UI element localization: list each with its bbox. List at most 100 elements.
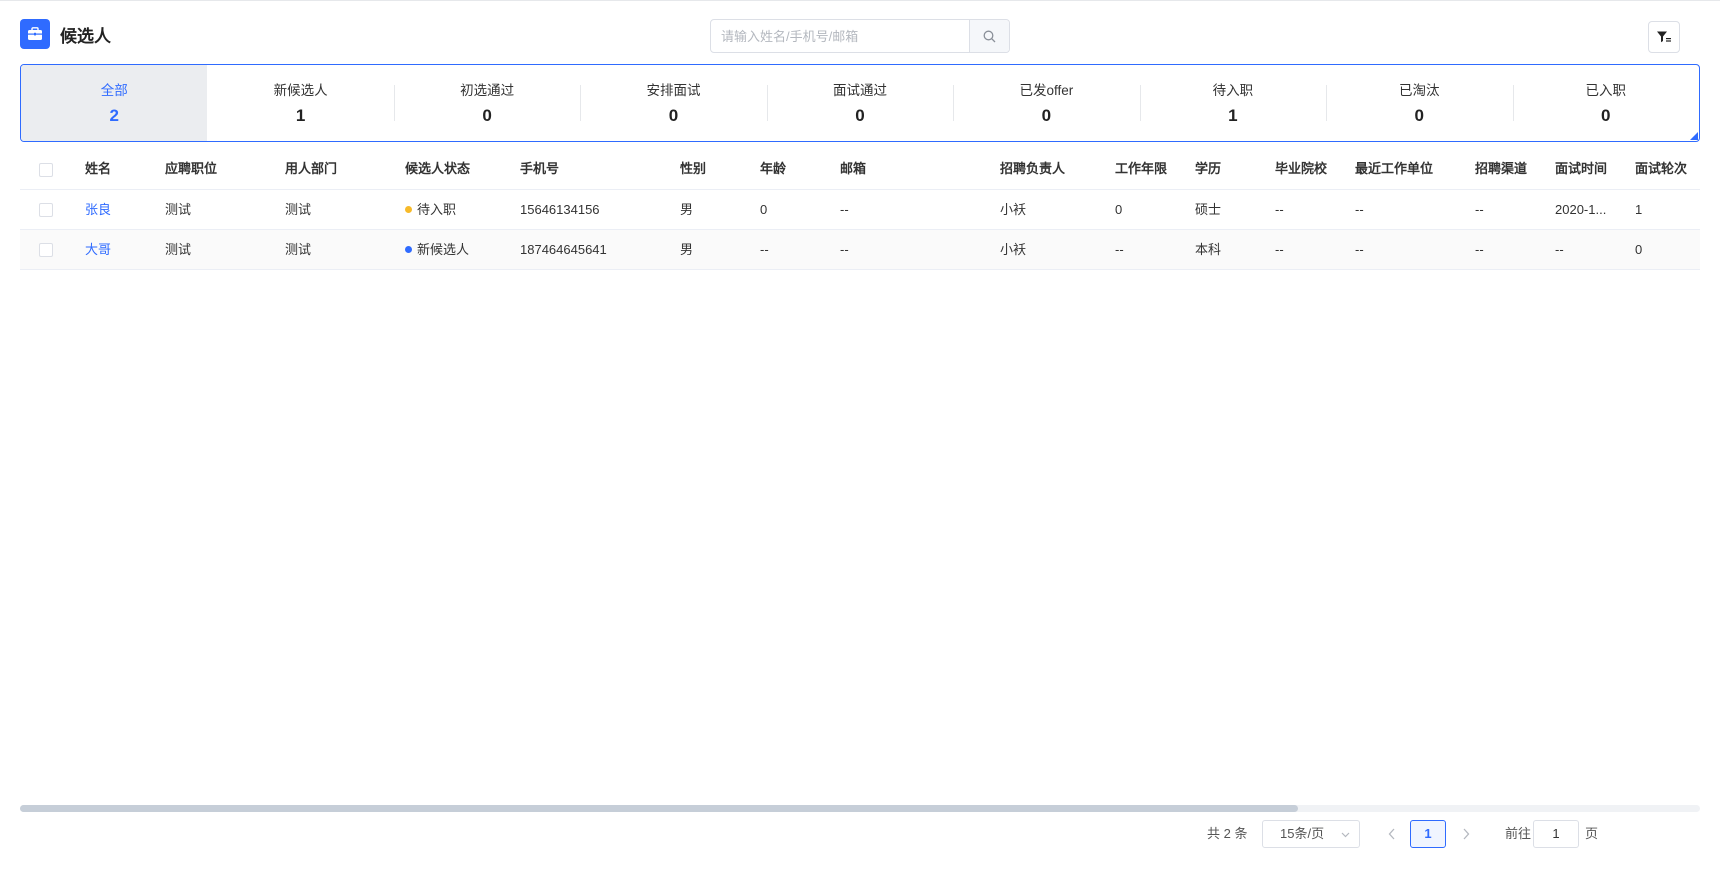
interview-time-cell: -- [1555, 242, 1564, 257]
candidate-name-link[interactable]: 张良 [85, 190, 111, 230]
status-dot-icon [405, 246, 412, 254]
phone-cell: 187464645641 [520, 242, 607, 257]
scrollbar-thumb[interactable] [20, 805, 1298, 812]
gender-cell: 男 [680, 202, 694, 217]
department-cell: 测试 [285, 242, 312, 257]
column-header[interactable]: 招聘负责人 [1000, 150, 1065, 190]
chevron-left-icon [1388, 828, 1395, 840]
interview-time-cell: 2020-1... [1555, 202, 1607, 217]
tab-interview-passed[interactable]: 面试通过 0 [766, 65, 953, 141]
tab-label: 安排面试 [646, 83, 701, 98]
status-dot-icon [405, 206, 412, 214]
tab-label: 新候选人 [273, 83, 328, 98]
column-header[interactable]: 邮箱 [840, 150, 866, 190]
column-header[interactable]: 应聘职位 [165, 150, 217, 190]
status-text: 新候选人 [417, 242, 470, 257]
tab-count: 0 [1600, 106, 1611, 125]
column-header[interactable]: 招聘渠道 [1475, 150, 1527, 190]
tab-screening-passed[interactable]: 初选通过 0 [393, 65, 580, 141]
column-header[interactable]: 最近工作单位 [1355, 150, 1433, 190]
tab-offer-sent[interactable]: 已发offer 0 [953, 65, 1139, 141]
search-box [710, 19, 1010, 53]
tab-label: 面试通过 [832, 83, 887, 98]
briefcase-icon [20, 19, 50, 49]
horizontal-scrollbar[interactable] [20, 805, 1700, 812]
column-header[interactable]: 用人部门 [285, 150, 337, 190]
tab-count: 0 [482, 106, 492, 125]
email-cell: -- [840, 202, 849, 217]
position-cell: 测试 [165, 202, 192, 217]
page-size-select[interactable]: 15条/页 [1262, 820, 1360, 848]
rounds-cell: 0 [1635, 242, 1643, 257]
status-tabs: 全部 2 新候选人 1 初选通过 0 安排面试 0 面试通过 0 已发offer… [20, 64, 1700, 142]
column-header[interactable]: 面试轮次 [1635, 150, 1687, 190]
tab-label: 已淘汰 [1399, 83, 1440, 98]
tab-label: 初选通过 [460, 83, 515, 98]
page-number-current[interactable]: 1 [1410, 820, 1446, 848]
table-row[interactable]: 张良 测试 测试 待入职 15646134156 男 0 -- 小袄 0 硕士 … [20, 190, 1700, 230]
status-cell: 待入职 [405, 190, 456, 230]
years-cell: -- [1115, 242, 1124, 257]
rounds-cell: 1 [1635, 202, 1643, 217]
resize-corner [1690, 132, 1698, 140]
candidate-name-link[interactable]: 大哥 [85, 230, 111, 270]
column-header[interactable]: 性别 [680, 150, 706, 190]
table-row[interactable]: 大哥 测试 测试 新候选人 187464645641 男 -- -- 小袄 --… [20, 230, 1700, 270]
school-cell: -- [1275, 242, 1284, 257]
goto-label: 前往 [1505, 826, 1532, 841]
table-header-row: 姓名 应聘职位 用人部门 候选人状态 手机号 性别 年龄 邮箱 招聘负责人 工作… [20, 150, 1700, 190]
tab-new-candidates[interactable]: 新候选人 1 [207, 65, 393, 141]
education-cell: 本科 [1195, 242, 1222, 257]
channel-cell: -- [1475, 242, 1484, 257]
tab-label: 已发offer [1019, 83, 1074, 98]
gender-cell: 男 [680, 242, 694, 257]
education-cell: 硕士 [1195, 202, 1222, 217]
prev-page-button[interactable] [1382, 820, 1402, 848]
column-header[interactable]: 年龄 [760, 150, 786, 190]
tab-pending-onboard[interactable]: 待入职 1 [1139, 65, 1326, 141]
goto-page-input[interactable]: 1 [1533, 820, 1579, 848]
tab-count: 0 [855, 106, 865, 125]
column-header[interactable]: 学历 [1195, 150, 1221, 190]
search-input[interactable] [711, 20, 969, 52]
tab-count: 1 [1228, 106, 1238, 125]
next-page-button[interactable] [1456, 820, 1476, 848]
tab-count: 0 [668, 106, 679, 125]
row-checkbox[interactable] [39, 203, 53, 217]
tab-count: 0 [1414, 106, 1425, 125]
column-header[interactable]: 毕业院校 [1275, 150, 1327, 190]
filter-button[interactable] [1648, 21, 1680, 53]
column-header[interactable]: 候选人状态 [405, 150, 470, 190]
page-header: 候选人 [0, 0, 1720, 64]
tab-eliminated[interactable]: 已淘汰 0 [1326, 65, 1512, 141]
total-count: 共 2 条 [1207, 826, 1248, 841]
chevron-right-icon [1463, 828, 1470, 840]
status-text: 待入职 [417, 202, 457, 217]
column-header[interactable]: 面试时间 [1555, 150, 1607, 190]
filter-icon [1657, 31, 1671, 43]
school-cell: -- [1275, 202, 1284, 217]
tab-interview-scheduled[interactable]: 安排面试 0 [580, 65, 766, 141]
position-cell: 测试 [165, 242, 192, 257]
tab-count: 0 [1041, 106, 1052, 125]
column-header[interactable]: 姓名 [85, 150, 111, 190]
recruiter-cell: 小袄 [1000, 202, 1027, 217]
chevron-down-icon [1341, 832, 1350, 838]
last-company-cell: -- [1355, 202, 1364, 217]
age-cell: -- [760, 242, 769, 257]
select-all-checkbox[interactable] [39, 163, 53, 177]
row-checkbox[interactable] [39, 243, 53, 257]
page-size-value: 15条/页 [1280, 826, 1325, 841]
tab-onboarded[interactable]: 已入职 0 [1512, 65, 1699, 141]
status-cell: 新候选人 [405, 230, 469, 270]
search-button[interactable] [969, 20, 1009, 52]
tab-label: 待入职 [1212, 83, 1254, 98]
phone-cell: 15646134156 [520, 202, 600, 217]
last-company-cell: -- [1355, 242, 1364, 257]
column-header[interactable]: 工作年限 [1115, 150, 1167, 190]
tab-all[interactable]: 全部 2 [21, 65, 208, 141]
tab-count: 1 [295, 106, 306, 125]
channel-cell: -- [1475, 202, 1484, 217]
candidate-table: 姓名 应聘职位 用人部门 候选人状态 手机号 性别 年龄 邮箱 招聘负责人 工作… [20, 150, 1700, 270]
column-header[interactable]: 手机号 [520, 150, 559, 190]
